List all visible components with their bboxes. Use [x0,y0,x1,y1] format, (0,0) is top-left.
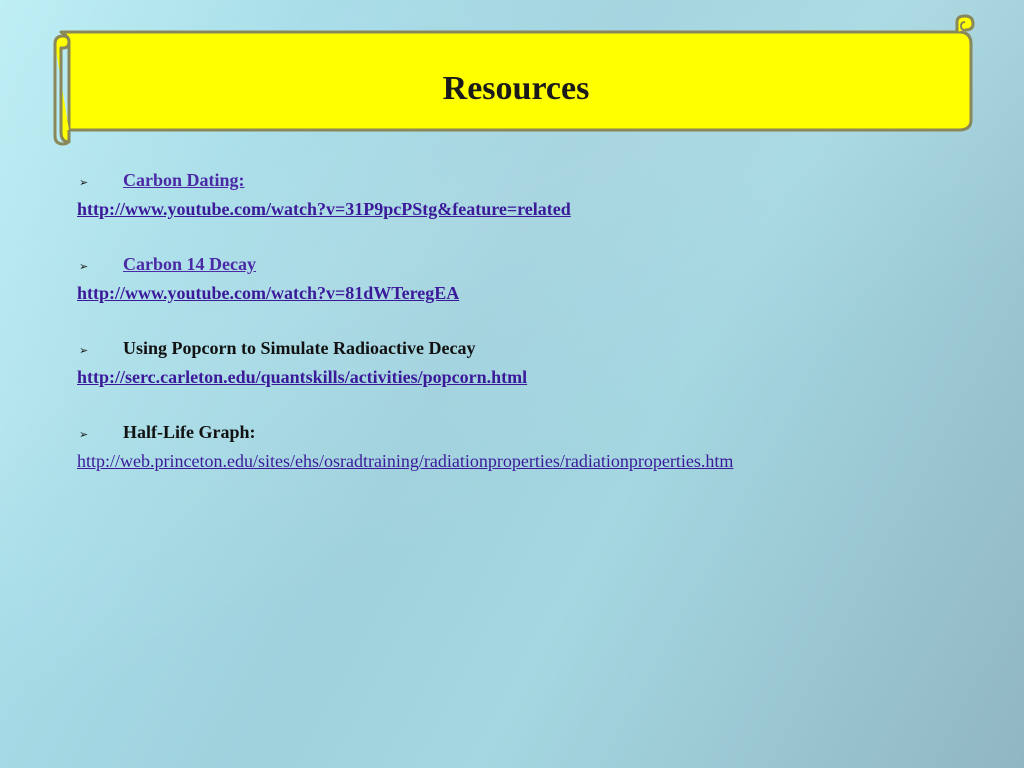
arrow-bullet-icon: ➢ [79,261,89,273]
list-item: ➢ Half-Life Graph: http://web.princeton.… [77,418,977,476]
list-item: ➢ Using Popcorn to Simulate Radioactive … [77,334,977,392]
list-item: ➢ Carbon 14 Decay http://www.youtube.com… [77,250,977,308]
resource-url-link[interactable]: http://web.princeton.edu/sites/ehs/osrad… [77,446,977,476]
resource-list: ➢ Carbon Dating: http://www.youtube.com/… [77,166,977,502]
resource-title: Using Popcorn to Simulate Radioactive De… [123,338,476,358]
arrow-bullet-icon: ➢ [79,177,89,189]
resource-title-link[interactable]: Carbon 14 Decay [123,250,256,278]
resource-url-link[interactable]: http://www.youtube.com/watch?v=81dWTereg… [77,278,977,308]
resource-url-link[interactable]: http://serc.carleton.edu/quantskills/act… [77,362,977,392]
resource-title: Half-Life Graph: [123,422,256,442]
arrow-bullet-icon: ➢ [79,345,89,357]
arrow-bullet-icon: ➢ [79,429,89,441]
slide: Resources ➢ Carbon Dating: http://www.yo… [0,0,1024,768]
list-item: ➢ Carbon Dating: http://www.youtube.com/… [77,166,977,224]
resource-title-link[interactable]: Carbon Dating: [123,166,245,194]
title-scroll-banner: Resources [47,14,977,146]
page-title: Resources [442,70,590,107]
resource-url-link[interactable]: http://www.youtube.com/watch?v=31P9pcPSt… [77,194,977,224]
